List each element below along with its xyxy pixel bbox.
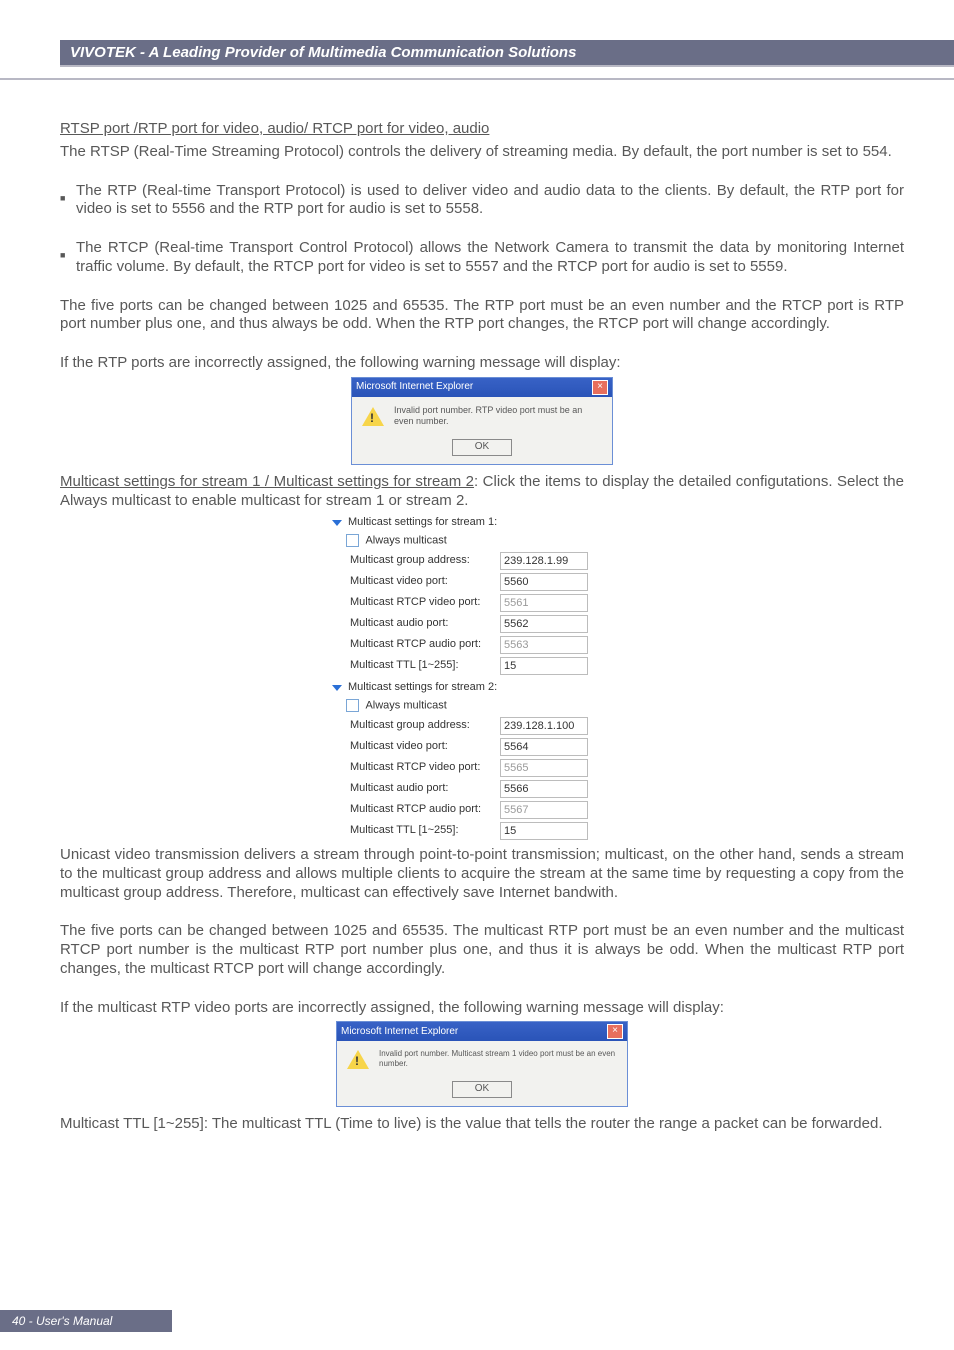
mcast2-aport-lbl: Multicast audio port: xyxy=(350,782,500,796)
header-band: VIVOTEK - A Leading Provider of Multimed… xyxy=(60,40,954,67)
content: RTSP port /RTP port for video, audio/ RT… xyxy=(60,120,904,1134)
dialog-titlebar: Microsoft Internet Explorer × xyxy=(337,1022,627,1041)
multicast-settings: Multicast settings for stream 1: Always … xyxy=(332,516,632,840)
bullet-rtp: The RTP (Real-time Transport Protocol) i… xyxy=(60,182,904,220)
header-title: VIVOTEK - A Leading Provider of Multimed… xyxy=(60,40,954,67)
mcast2-rvport-input: 5565 xyxy=(500,759,588,777)
mcast2-always-row: Always multicast xyxy=(332,699,632,713)
mcast1-rvport-input: 5561 xyxy=(500,594,588,612)
ports-range-note: The five ports can be changed between 10… xyxy=(60,297,904,335)
mcast2-vport-lbl: Multicast video port: xyxy=(350,740,500,754)
unicast-desc: Unicast video transmission delivers a st… xyxy=(60,846,904,902)
mcast2-rvport-lbl: Multicast RTCP video port: xyxy=(350,761,500,775)
mcast1-aport-input[interactable]: 5562 xyxy=(500,615,588,633)
mcast1-raport-input: 5563 xyxy=(500,636,588,654)
mcast1-header[interactable]: Multicast settings for stream 1: xyxy=(332,516,632,530)
rtsp-heading: RTSP port /RTP port for video, audio/ RT… xyxy=(60,120,904,139)
header-rule xyxy=(0,78,954,80)
mcast2-aport-input[interactable]: 5566 xyxy=(500,780,588,798)
mcast2-group-input[interactable]: 239.128.1.100 xyxy=(500,717,588,735)
mcast1-ttl-input[interactable]: 15 xyxy=(500,657,588,675)
multicast-lede-u: Multicast settings for stream 1 / Multic… xyxy=(60,473,474,490)
mcast1-vport-input[interactable]: 5560 xyxy=(500,573,588,591)
mcast2-header[interactable]: Multicast settings for stream 2: xyxy=(332,681,632,695)
warning-icon xyxy=(362,407,384,426)
dialog-titlebar: Microsoft Internet Explorer × xyxy=(352,378,612,397)
mcast2-title: Multicast settings for stream 2: xyxy=(348,681,497,695)
ok-button[interactable]: OK xyxy=(452,439,512,456)
close-icon[interactable]: × xyxy=(592,380,608,395)
dialog-message: Invalid port number. Multicast stream 1 … xyxy=(379,1049,617,1069)
mcast2-always-label: Always multicast xyxy=(365,699,446,711)
mcast2-raport-lbl: Multicast RTCP audio port: xyxy=(350,803,500,817)
ok-button[interactable]: OK xyxy=(452,1081,512,1098)
warning-icon xyxy=(347,1050,369,1069)
mcast1-always-row: Always multicast xyxy=(332,534,632,548)
mcast1-group-input[interactable]: 239.128.1.99 xyxy=(500,552,588,570)
mcast2-raport-input: 5567 xyxy=(500,801,588,819)
page-footer: 40 - User's Manual xyxy=(0,1310,172,1332)
rtp-warning-lede: If the RTP ports are incorrectly assigne… xyxy=(60,354,904,373)
bullet-icon xyxy=(60,245,70,277)
always-multicast-checkbox[interactable] xyxy=(346,534,359,547)
mcast2-group-lbl: Multicast group address: xyxy=(350,719,500,733)
bullet-rtcp: The RTCP (Real-time Transport Control Pr… xyxy=(60,239,904,277)
mcast2-ttl-input[interactable]: 15 xyxy=(500,822,588,840)
ttl-desc: Multicast TTL [1~255]: The multicast TTL… xyxy=(60,1115,904,1134)
mcast2-ttl-lbl: Multicast TTL [1~255]: xyxy=(350,824,500,838)
dialog-title: Microsoft Internet Explorer xyxy=(341,1026,458,1039)
mcast1-vport-lbl: Multicast video port: xyxy=(350,575,500,589)
mcast1-rvport-lbl: Multicast RTCP video port: xyxy=(350,596,500,610)
mcast1-title: Multicast settings for stream 1: xyxy=(348,516,497,530)
chevron-down-icon xyxy=(332,685,342,691)
mcast2-vport-input[interactable]: 5564 xyxy=(500,738,588,756)
bullet-icon xyxy=(60,188,70,220)
dialog-message: Invalid port number. RTP video port must… xyxy=(394,405,602,428)
page: VIVOTEK - A Leading Provider of Multimed… xyxy=(0,0,954,1350)
multicast-lede: Multicast settings for stream 1 / Multic… xyxy=(60,473,904,511)
rtsp-desc: The RTSP (Real-Time Streaming Protocol) … xyxy=(60,143,904,162)
dialog-rtp-warning: Microsoft Internet Explorer × Invalid po… xyxy=(60,377,904,465)
bullet-rtp-text: The RTP (Real-time Transport Protocol) i… xyxy=(76,182,904,220)
chevron-down-icon xyxy=(332,520,342,526)
mcast1-ttl-lbl: Multicast TTL [1~255]: xyxy=(350,659,500,673)
dialog-title: Microsoft Internet Explorer xyxy=(356,381,473,394)
mcast1-group-lbl: Multicast group address: xyxy=(350,554,500,568)
mcast-ports-note: The five ports can be changed between 10… xyxy=(60,922,904,978)
mcast1-always-label: Always multicast xyxy=(365,534,446,546)
always-multicast-checkbox[interactable] xyxy=(346,699,359,712)
bullet-rtcp-text: The RTCP (Real-time Transport Control Pr… xyxy=(76,239,904,277)
close-icon[interactable]: × xyxy=(607,1024,623,1039)
mcast1-aport-lbl: Multicast audio port: xyxy=(350,617,500,631)
mcast1-raport-lbl: Multicast RTCP audio port: xyxy=(350,638,500,652)
dialog-mcast-warning: Microsoft Internet Explorer × Invalid po… xyxy=(60,1021,904,1107)
mcast-warning-lede: If the multicast RTP video ports are inc… xyxy=(60,999,904,1018)
